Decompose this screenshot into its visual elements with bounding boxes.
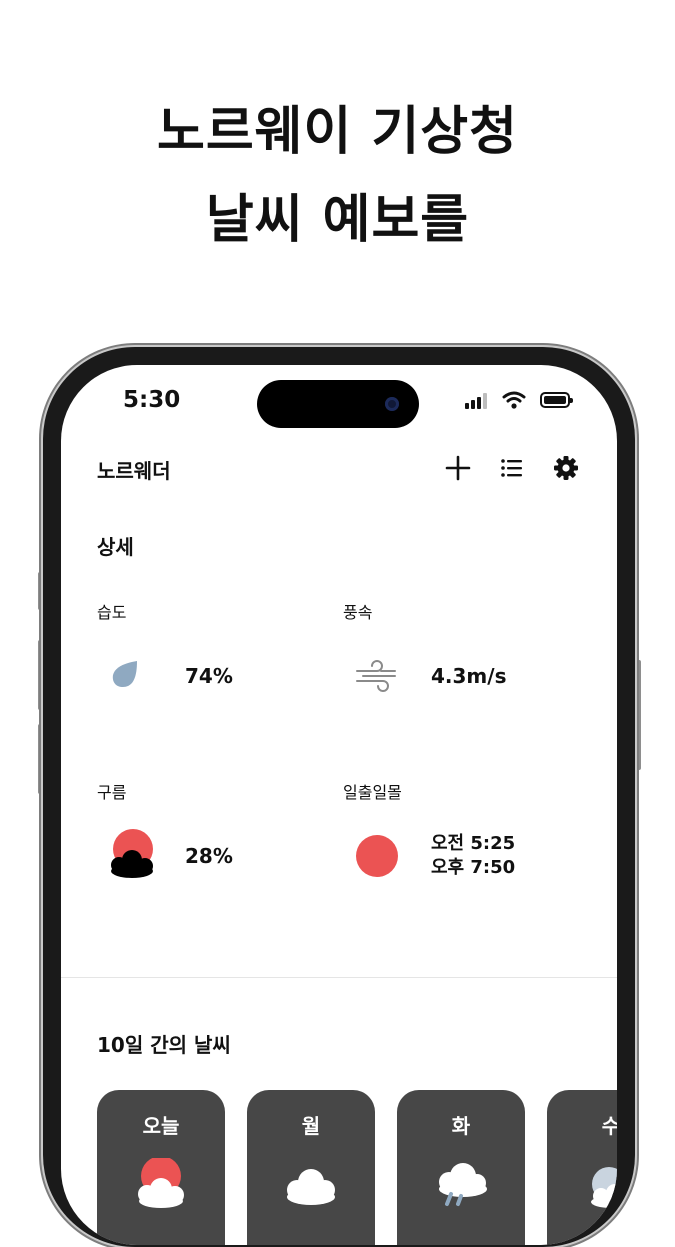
promo-line-2: 날씨 예보를 [205,190,470,250]
dynamic-island [257,380,419,428]
phone-silent-switch [38,572,42,610]
section-divider [61,977,617,978]
raindrop-icon [112,661,137,687]
camera-icon [385,397,399,411]
phone-volume-up [38,640,42,710]
forecast-card-today[interactable]: 오늘 [97,1090,225,1245]
promo-line-1: 노르웨이 기상청 [157,102,518,162]
forecast-day-label: 수 [601,1114,617,1138]
phone-screen: 5:30 노르웨더 상세 습도 74% 풍속 4.3m/s 구름 28% 일출일… [61,365,617,1245]
status-bar: 5:30 [61,365,617,435]
wind-label: 풍속 [343,603,373,622]
wifi-icon [502,391,526,409]
wind-icon [356,660,396,692]
gear-icon[interactable] [551,453,581,483]
forecast-day-label: 월 [301,1114,321,1138]
humidity-value: 74% [185,664,233,688]
cellular-signal-icon [465,393,495,409]
battery-icon [540,392,573,408]
humidity-label: 습도 [97,603,127,622]
forecast-card-wed[interactable]: 수 [547,1090,617,1245]
sun-cloud-icon [138,1158,184,1208]
sun-cloud-icon [111,829,153,878]
forecast-card-tue[interactable]: 화 [397,1090,525,1245]
app-bar: 노르웨더 [61,451,617,491]
add-icon[interactable] [443,453,473,483]
rain-cloud-icon [439,1163,487,1206]
phone-power-button [637,660,641,770]
sunrise-time: 오전 5:25 [431,833,516,854]
phone-volume-down [38,724,42,794]
app-title: 노르웨더 [97,459,171,483]
sun-icon [356,835,398,877]
list-icon[interactable] [497,453,527,483]
forecast-card-mon[interactable]: 월 [247,1090,375,1245]
forecast-card-list: 오늘 월 화 수 [97,1090,617,1245]
status-time: 5:30 [123,387,181,413]
forecast-day-label: 화 [451,1114,471,1138]
cloud-icon [287,1169,335,1205]
forecast-title: 10일 간의 날씨 [97,1033,231,1057]
sunrise-sunset-label: 일출일몰 [343,783,402,802]
wind-value: 4.3m/s [431,664,507,688]
cloud-label: 구름 [97,783,127,802]
sunset-time: 오후 7:50 [431,857,516,878]
details-title: 상세 [97,535,134,559]
promo-headline: 노르웨이 기상청 날씨 예보를 [0,88,675,264]
cloud-value: 28% [185,844,233,868]
moon-cloud-icon [591,1167,617,1208]
forecast-day-label: 오늘 [142,1114,180,1138]
